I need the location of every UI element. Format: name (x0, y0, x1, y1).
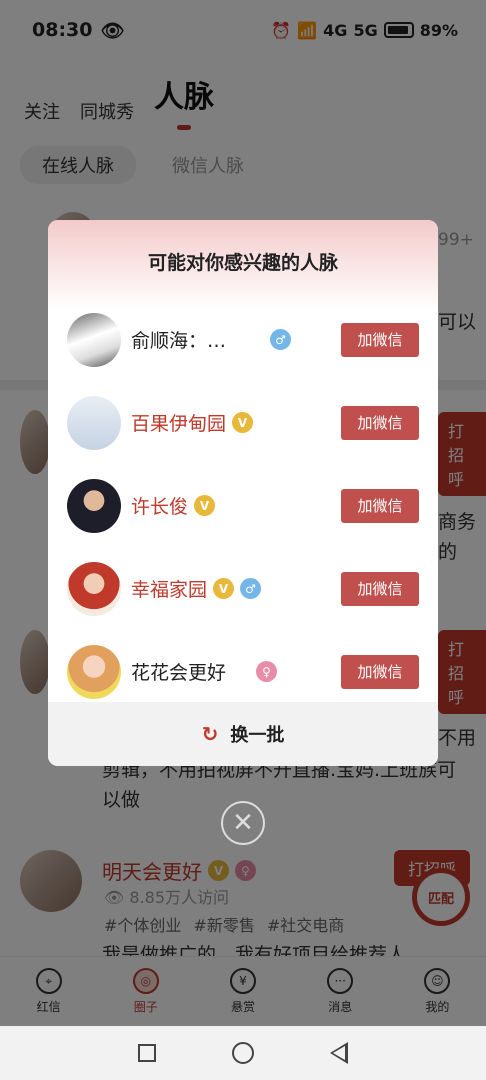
refresh-icon: ↻ (201, 722, 219, 746)
name-text: 许长俊 (131, 496, 189, 518)
avatar (67, 395, 121, 450)
add-wechat-button[interactable]: 加微信 (341, 488, 419, 523)
name-text: 俞顺海：… (131, 330, 227, 352)
avatar (67, 644, 121, 699)
person-name: 花花会更好 ♀ (131, 658, 278, 685)
male-icon: ♂ (270, 329, 292, 350)
add-wechat-button[interactable]: 加微信 (341, 571, 419, 606)
avatar (67, 478, 121, 533)
name-text: 百果伊甸园 (131, 413, 227, 435)
male-icon: ♂ (240, 578, 262, 599)
list-item[interactable]: 许长俊 V 加微信 (48, 464, 438, 547)
avatar (67, 312, 121, 367)
verified-icon: V (194, 495, 216, 516)
dialog-title: 可能对你感兴趣的人脉 (147, 251, 338, 274)
system-nav (0, 1026, 486, 1080)
suggested-contacts-dialog: 可能对你感兴趣的人脉 俞顺海：… ♂ 加微信 百果伊甸园 V 加微信 许长俊 V (48, 220, 438, 766)
name-text: 花花会更好 (131, 662, 227, 684)
list-item[interactable]: 幸福家园 V ♂ 加微信 (48, 547, 438, 630)
recents-icon[interactable] (138, 1044, 156, 1062)
person-name: 百果伊甸园 V (131, 409, 254, 436)
person-list: 俞顺海：… ♂ 加微信 百果伊甸园 V 加微信 许长俊 V 加微信 幸福家园 V… (48, 298, 438, 713)
verified-icon: V (232, 412, 254, 433)
person-name: 幸福家园 V ♂ (131, 575, 262, 602)
refresh-label: 换一批 (230, 725, 285, 746)
home-icon[interactable] (232, 1042, 254, 1064)
person-name: 俞顺海：… ♂ (131, 326, 292, 353)
add-wechat-button[interactable]: 加微信 (341, 405, 419, 440)
verified-icon: V (213, 578, 235, 599)
list-item[interactable]: 花花会更好 ♀ 加微信 (48, 630, 438, 713)
add-wechat-button[interactable]: 加微信 (341, 322, 419, 357)
dialog-header: 可能对你感兴趣的人脉 (48, 220, 438, 310)
name-text: 幸福家园 (131, 579, 208, 601)
female-icon: ♀ (256, 661, 278, 682)
avatar (67, 561, 121, 616)
list-item[interactable]: 百果伊甸园 V 加微信 (48, 381, 438, 464)
close-icon[interactable]: ✕ (221, 801, 265, 845)
back-icon[interactable] (330, 1042, 348, 1064)
refresh-button[interactable]: ↻ 换一批 (48, 702, 438, 766)
person-name: 许长俊 V (131, 492, 216, 519)
add-wechat-button[interactable]: 加微信 (341, 654, 419, 689)
list-item[interactable]: 俞顺海：… ♂ 加微信 (48, 298, 438, 381)
